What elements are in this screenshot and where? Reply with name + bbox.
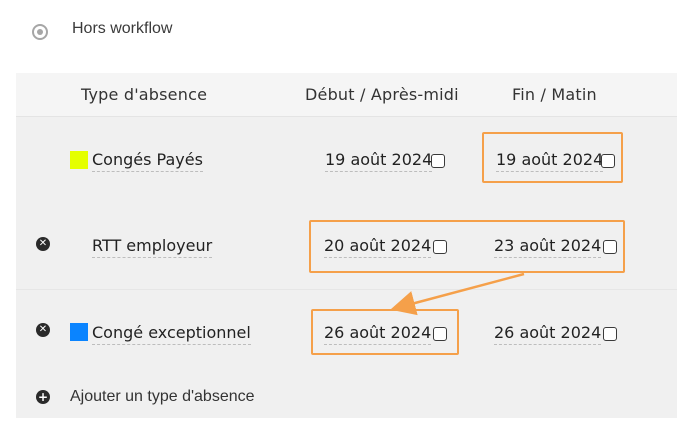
start-date[interactable]: 19 août 2024: [325, 150, 433, 172]
end-morning-checkbox[interactable]: [601, 154, 615, 168]
add-absence-type-label[interactable]: Ajouter un type d'absence: [70, 388, 255, 406]
start-afternoon-checkbox[interactable]: [433, 240, 447, 254]
add-absence-type-row[interactable]: + Ajouter un type d'absence: [16, 376, 677, 418]
workflow-option-label: Hors workflow: [72, 20, 173, 37]
end-date[interactable]: 19 août 2024: [496, 150, 604, 172]
end-morning-checkbox[interactable]: [603, 240, 617, 254]
remove-circle-icon[interactable]: ✕: [36, 237, 50, 251]
absence-type-label[interactable]: Congé exceptionnel: [92, 323, 251, 345]
end-date[interactable]: 23 août 2024: [494, 236, 602, 258]
end-date[interactable]: 26 août 2024: [494, 323, 602, 345]
end-morning-checkbox[interactable]: [603, 327, 617, 341]
remove-circle-icon[interactable]: ✕: [36, 323, 50, 337]
table-row: ✕ Congé exceptionnel 26 août 2024 26 aoû…: [16, 290, 677, 377]
add-circle-icon[interactable]: +: [36, 390, 50, 404]
table-header: Type d'absence Début / Après-midi Fin / …: [16, 73, 677, 117]
header-start: Début / Après-midi: [305, 85, 459, 104]
start-afternoon-checkbox[interactable]: [431, 154, 445, 168]
absence-type-label[interactable]: Congés Payés: [92, 150, 203, 172]
radio-icon[interactable]: [32, 24, 48, 40]
start-afternoon-checkbox[interactable]: [433, 327, 447, 341]
absence-table: Type d'absence Début / Après-midi Fin / …: [16, 73, 677, 418]
start-date[interactable]: 20 août 2024: [324, 236, 432, 258]
table-row: Congés Payés 19 août 2024 19 août 2024: [16, 117, 677, 204]
absence-type-label[interactable]: RTT employeur: [92, 236, 213, 258]
table-row: ✕ RTT employeur 20 août 2024 23 août 202…: [16, 203, 677, 290]
color-swatch: [70, 151, 88, 169]
color-swatch: [70, 323, 88, 341]
start-date[interactable]: 26 août 2024: [324, 323, 432, 345]
header-end: Fin / Matin: [512, 85, 597, 104]
header-type: Type d'absence: [81, 85, 208, 104]
workflow-option[interactable]: Hors workflow: [0, 0, 677, 60]
